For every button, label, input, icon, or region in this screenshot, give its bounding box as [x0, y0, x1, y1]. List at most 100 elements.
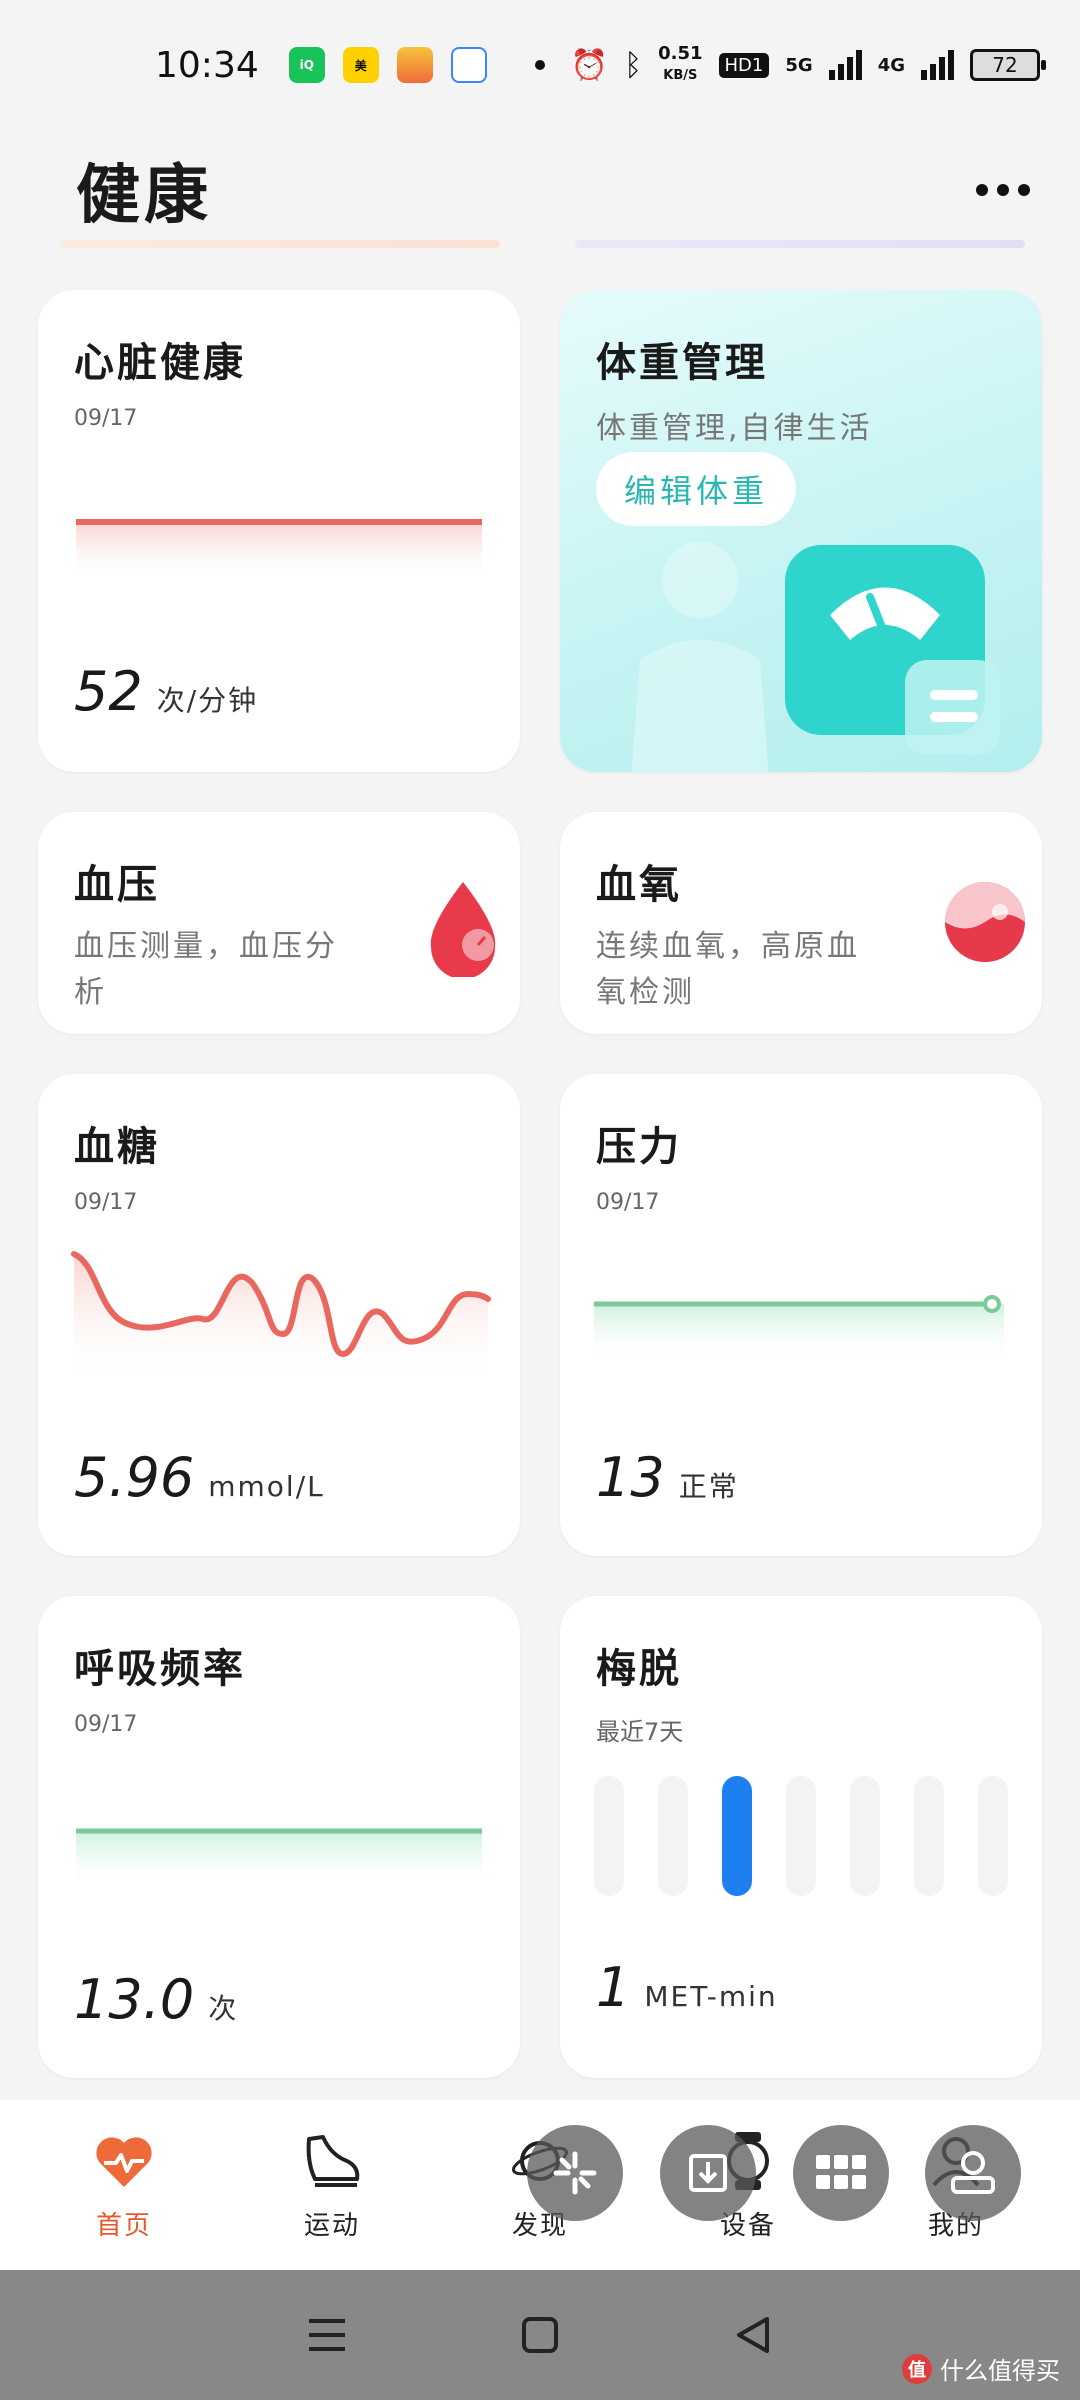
blood-sugar-value: 5.96 mmol/L	[74, 1446, 325, 1509]
square-icon	[521, 2317, 558, 2353]
maps-icon	[450, 47, 487, 83]
blood-pressure-card[interactable]: 血压 血压测量，血压分 析	[38, 812, 520, 1034]
value-number: 1	[596, 1956, 631, 2019]
value-unit: MET-min	[644, 1980, 778, 2013]
card-title: 呼吸频率	[74, 1645, 246, 1692]
heart-rate-chart	[76, 519, 482, 582]
page-title: 健康	[76, 158, 212, 233]
mets-bar	[594, 1776, 624, 1896]
signal-icon	[828, 50, 862, 80]
chart-fill	[76, 522, 482, 582]
value-unit: 次/分钟	[156, 684, 259, 717]
weight-management-card[interactable]: 体重管理 体重管理,自律生活 编辑体重	[560, 290, 1042, 772]
network-4g-label: 4G	[877, 54, 905, 76]
card-subtitle: 最近7天	[596, 1718, 684, 1746]
value-unit: mmol/L	[208, 1470, 325, 1503]
signal-icon	[921, 50, 954, 80]
mets-bar	[850, 1776, 880, 1896]
grid-icon	[816, 2155, 866, 2189]
pinwheel-icon	[553, 2151, 597, 2195]
value-number: 5.96	[74, 1446, 195, 1509]
card-icon	[396, 47, 433, 83]
battery-icon: 72	[970, 49, 1046, 81]
stress-chart	[594, 1295, 1004, 1364]
mets-bar	[658, 1776, 688, 1896]
scrolled-card-edge	[575, 240, 1025, 248]
watermark-text: 什么值得买	[940, 2357, 1060, 2385]
recents-button[interactable]	[297, 2305, 357, 2365]
system-navigation-bar: 值 什么值得买	[0, 2270, 1080, 2400]
value-number: 13	[596, 1446, 665, 1509]
mets-bar	[914, 1776, 944, 1896]
card-title: 梅脱	[596, 1645, 682, 1692]
notification-dot-icon	[534, 60, 545, 70]
nav-label: 首页	[95, 2210, 152, 2241]
card-title: 体重管理	[596, 339, 768, 386]
floating-grid-button[interactable]	[793, 2125, 889, 2221]
smzdm-logo-icon: 值	[902, 2353, 932, 2384]
home-button[interactable]	[510, 2305, 570, 2365]
heart-rate-value: 52 次/分钟	[74, 660, 258, 723]
heart-health-card[interactable]: 心脏健康 09/17 52 次/分钟	[38, 290, 520, 772]
more-options-button[interactable]	[966, 174, 1040, 206]
card-title: 心脏健康	[74, 339, 246, 386]
oxygen-orb-icon	[945, 882, 1025, 962]
floating-pinwheel-button[interactable]	[527, 2125, 623, 2221]
value-number: 13.0	[74, 1968, 195, 2031]
body-silhouette-icon	[631, 542, 769, 772]
alarm-icon: ⏰	[570, 47, 609, 83]
more-dots-icon	[976, 184, 988, 196]
blood-drop-icon	[430, 882, 496, 977]
speed-unit: KB/S	[663, 68, 698, 83]
stress-end-point	[983, 1295, 1001, 1313]
edit-weight-button[interactable]: 编辑体重	[596, 452, 797, 526]
chart-fill	[74, 1254, 488, 1384]
floating-download-button[interactable]	[660, 2125, 756, 2221]
status-bar: 10:34 iQ 美 ⏰ ᛒ 0.51 KB/S HD1 5G 4G 72	[0, 0, 1080, 130]
floating-person-button[interactable]	[925, 2125, 1021, 2221]
speed-value: 0.51	[658, 43, 703, 64]
stress-value: 13 正常	[596, 1446, 739, 1509]
status-time: 10:34	[155, 44, 259, 86]
value-unit: 正常	[678, 1470, 739, 1503]
nav-label: 运动	[303, 2210, 360, 2241]
card-date: 09/17	[74, 406, 138, 431]
mets-bar-chart	[594, 1776, 1008, 1896]
respiratory-chart	[76, 1828, 482, 1891]
blood-oxygen-card[interactable]: 血氧 连续血氧，高原血 氧检测	[560, 812, 1042, 1034]
back-triangle-icon	[737, 2317, 770, 2353]
shoe-icon	[300, 2129, 364, 2193]
network-5g-label: 5G	[785, 54, 813, 76]
mets-bar	[978, 1776, 1008, 1896]
mets-value: 1 MET-min	[596, 1956, 778, 2019]
stress-card[interactable]: 压力 09/17 13 正常	[560, 1074, 1042, 1556]
respiratory-value: 13.0 次	[74, 1968, 238, 2031]
heart-pulse-icon	[92, 2129, 156, 2193]
network-speed: 0.51 KB/S	[658, 44, 702, 86]
mets-card[interactable]: 梅脱 最近7天 1 MET-min	[560, 1596, 1042, 2078]
meituan-icon: 美	[342, 47, 379, 83]
status-indicators: ⏰ ᛒ 0.51 KB/S HD1 5G 4G 72	[570, 44, 1046, 86]
blood-sugar-card[interactable]: 血糖 09/17 5.96 mmol/L	[38, 1074, 520, 1556]
card-date: 09/17	[74, 1190, 138, 1215]
card-subtitle: 体重管理,自律生活	[596, 411, 873, 446]
nav-item-exercise[interactable]: 运动	[242, 2129, 422, 2242]
blood-sugar-chart	[71, 1251, 491, 1384]
scale-icon	[785, 545, 1000, 755]
hd-badge: HD1	[718, 52, 770, 78]
iqiyi-icon: iQ	[288, 47, 325, 83]
value-number: 52	[74, 660, 143, 723]
respiratory-rate-card[interactable]: 呼吸频率 09/17 13.0 次	[38, 1596, 520, 2078]
app-header: 健康	[0, 130, 1080, 250]
card-date: 09/17	[74, 1712, 138, 1737]
watermark: 值 什么值得买	[902, 2351, 1060, 2386]
back-button[interactable]	[723, 2305, 783, 2365]
mets-bar	[786, 1776, 816, 1896]
value-unit: 次	[208, 1992, 239, 2025]
bluetooth-icon: ᛒ	[624, 47, 643, 83]
person-scan-icon	[951, 2151, 995, 2194]
download-icon	[689, 2154, 727, 2192]
chart-fill	[594, 1304, 1004, 1364]
nav-item-home[interactable]: 首页	[34, 2129, 214, 2242]
menu-icon	[308, 2319, 345, 2351]
